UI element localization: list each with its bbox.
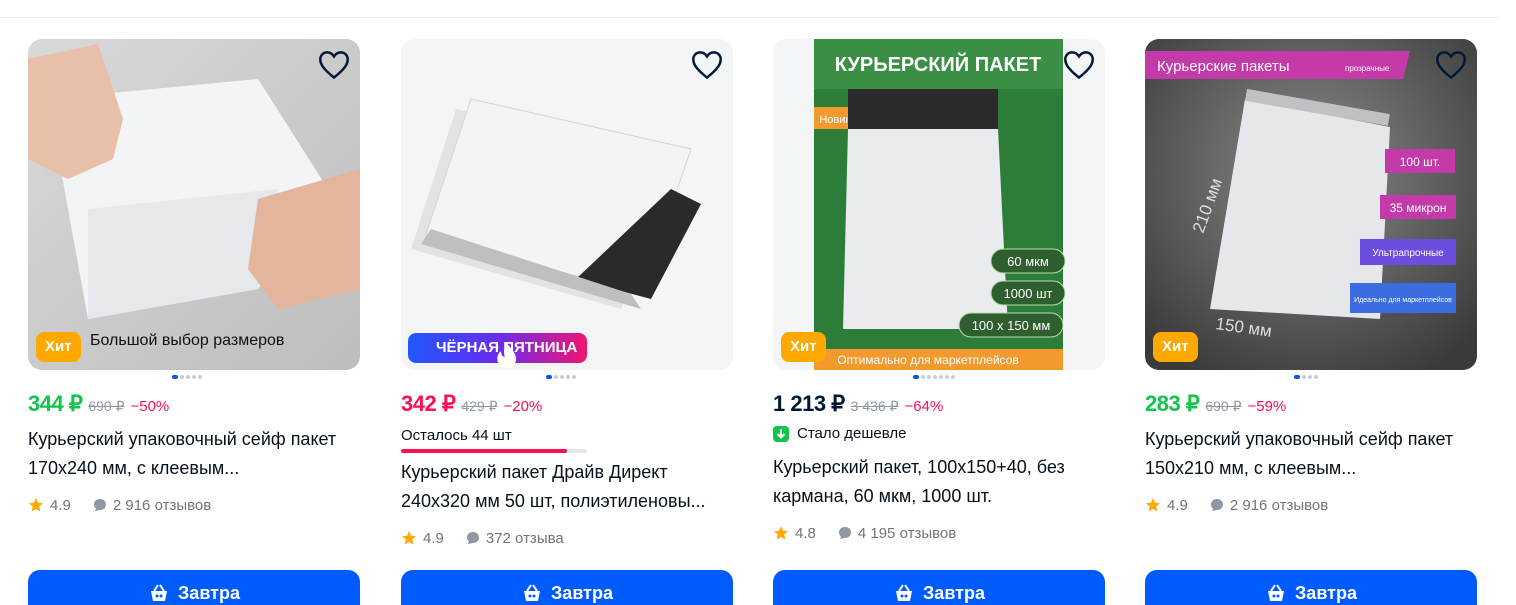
discount: −50% bbox=[130, 398, 170, 415]
product-title[interactable]: Курьерский упаковочный сейф пакет 150x21… bbox=[1145, 425, 1477, 483]
image-tag: Ультрапрочные bbox=[1372, 248, 1444, 259]
product-card[interactable]: ЧЁРНАЯ ПЯТНИЦА 342 ₽ 429 ₽ −20% Осталось… bbox=[401, 39, 733, 605]
rating-row: 4.8 4 195 отзывов bbox=[773, 523, 956, 543]
delivery-label: Завтра bbox=[923, 583, 985, 603]
rating-value: 4.9 bbox=[1167, 496, 1188, 514]
basket-icon bbox=[896, 584, 913, 601]
delivery-label: Завтра bbox=[1295, 583, 1357, 603]
basket-icon bbox=[524, 584, 541, 601]
favorite-heart-icon[interactable] bbox=[691, 49, 723, 81]
hit-badge: Хит bbox=[781, 332, 826, 362]
star-icon bbox=[1146, 498, 1160, 512]
stock-bar-fill bbox=[401, 449, 567, 453]
product-card[interactable]: Хит Большой выбор размеров 344 ₽ 690 ₽ −… bbox=[28, 39, 360, 605]
product-photo: КУРЬЕРСКИЙ ПАКЕТ Новинка 60 мкм 1000 шт … bbox=[773, 39, 1105, 370]
rating-value: 4.8 bbox=[795, 524, 816, 542]
favorite-heart-icon[interactable] bbox=[1063, 49, 1095, 81]
current-price: 283 ₽ bbox=[1145, 391, 1200, 416]
image-footer-text: Оптимально для маркетплейсов bbox=[837, 353, 1019, 367]
price-row: 342 ₽ 429 ₽ −20% bbox=[401, 391, 542, 421]
add-to-cart-button[interactable]: Завтра bbox=[401, 570, 733, 605]
stock-bar bbox=[401, 449, 587, 453]
image-spec: 60 мкм bbox=[1007, 254, 1049, 269]
product-card[interactable]: Курьерские пакеты прозрачные 210 мм 150 … bbox=[1145, 39, 1477, 605]
comment-icon bbox=[838, 527, 851, 539]
price-row: 1 213 ₽ 3 436 ₽ −64% bbox=[773, 391, 943, 421]
gallery-dots bbox=[546, 375, 576, 381]
favorite-heart-icon[interactable] bbox=[1435, 49, 1467, 81]
add-to-cart-button[interactable]: Завтра bbox=[28, 570, 360, 605]
badge-caption: Большой выбор размеров bbox=[90, 332, 285, 349]
rating-row: 4.9 2 916 отзывов bbox=[28, 495, 211, 515]
delivery-label: Завтра bbox=[551, 583, 613, 603]
price-drop-text: Стало дешевле bbox=[797, 425, 907, 442]
reviews-count[interactable]: 2 916 отзывов bbox=[1230, 497, 1328, 514]
product-image[interactable]: Курьерские пакеты прозрачные 210 мм 150 … bbox=[1145, 39, 1477, 370]
product-photo bbox=[28, 39, 360, 370]
price-row: 283 ₽ 690 ₽ −59% bbox=[1145, 391, 1286, 421]
image-header-text: Курьерские пакеты bbox=[1157, 58, 1290, 75]
product-photo bbox=[401, 39, 733, 370]
current-price: 342 ₽ bbox=[401, 391, 456, 416]
current-price: 344 ₽ bbox=[28, 391, 83, 416]
rating-value: 4.9 bbox=[50, 496, 71, 514]
price-row: 344 ₽ 690 ₽ −50% bbox=[28, 391, 169, 421]
product-photo: Курьерские пакеты прозрачные 210 мм 150 … bbox=[1145, 39, 1477, 370]
price-down-icon bbox=[773, 425, 789, 442]
price-drop-label: Стало дешевле bbox=[773, 425, 907, 442]
rating-row: 4.9 2 916 отзывов bbox=[1145, 495, 1328, 515]
reviews-count[interactable]: 2 916 отзывов bbox=[113, 497, 211, 514]
rating-value: 4.9 bbox=[423, 529, 444, 547]
product-image[interactable]: КУРЬЕРСКИЙ ПАКЕТ Новинка 60 мкм 1000 шт … bbox=[773, 39, 1105, 370]
rating-row: 4.9 372 отзыва bbox=[401, 528, 564, 548]
image-spec: 1000 шт bbox=[1004, 286, 1053, 301]
reviews-count[interactable]: 372 отзыва bbox=[486, 530, 564, 547]
old-price: 690 ₽ bbox=[1205, 398, 1242, 414]
gallery-dots bbox=[172, 375, 202, 381]
image-header-small: прозрачные bbox=[1345, 64, 1390, 73]
image-tag: 35 микрон bbox=[1390, 201, 1447, 215]
image-header-text: КУРЬЕРСКИЙ ПАКЕТ bbox=[835, 52, 1042, 76]
old-price: 3 436 ₽ bbox=[850, 398, 899, 414]
comment-icon bbox=[466, 532, 479, 544]
product-card[interactable]: КУРЬЕРСКИЙ ПАКЕТ Новинка 60 мкм 1000 шт … bbox=[773, 39, 1105, 605]
basket-icon bbox=[1268, 584, 1285, 601]
current-price: 1 213 ₽ bbox=[773, 391, 845, 416]
top-divider bbox=[0, 17, 1498, 18]
product-title[interactable]: Курьерский пакет, 100x150+40, без карман… bbox=[773, 453, 1105, 511]
star-icon bbox=[774, 526, 788, 540]
flame-icon bbox=[497, 341, 517, 369]
old-price: 690 ₽ bbox=[88, 398, 125, 414]
image-tag: 100 шт. bbox=[1400, 155, 1440, 169]
comment-icon bbox=[1210, 499, 1223, 511]
image-spec: 100 х 150 мм bbox=[972, 318, 1051, 333]
product-title[interactable]: Курьерский пакет Драйв Директ 240x320 мм… bbox=[401, 458, 733, 516]
discount: −20% bbox=[503, 398, 543, 415]
hit-badge: Хит bbox=[36, 332, 81, 362]
discount: −64% bbox=[904, 398, 944, 415]
old-price: 429 ₽ bbox=[461, 398, 498, 414]
star-icon bbox=[29, 498, 43, 512]
add-to-cart-button[interactable]: Завтра bbox=[1145, 570, 1477, 605]
gallery-dots bbox=[1294, 375, 1318, 381]
reviews-count[interactable]: 4 195 отзывов bbox=[858, 525, 956, 542]
product-image[interactable]: ЧЁРНАЯ ПЯТНИЦА bbox=[401, 39, 733, 370]
black-friday-badge: ЧЁРНАЯ ПЯТНИЦА bbox=[408, 333, 588, 369]
delivery-label: Завтра bbox=[178, 583, 240, 603]
gallery-dots bbox=[913, 375, 955, 381]
stock-remaining: Осталось 44 шт bbox=[401, 427, 512, 444]
basket-icon bbox=[151, 584, 168, 601]
discount: −59% bbox=[1247, 398, 1287, 415]
product-image[interactable]: Хит Большой выбор размеров bbox=[28, 39, 360, 370]
image-tag: Идеально для маркетплейсов bbox=[1354, 296, 1452, 304]
add-to-cart-button[interactable]: Завтра bbox=[773, 570, 1105, 605]
favorite-heart-icon[interactable] bbox=[318, 49, 350, 81]
hit-badge: Хит bbox=[1153, 332, 1198, 362]
comment-icon bbox=[93, 499, 106, 511]
product-title[interactable]: Курьерский упаковочный сейф пакет 170x24… bbox=[28, 425, 360, 483]
star-icon bbox=[402, 531, 416, 545]
